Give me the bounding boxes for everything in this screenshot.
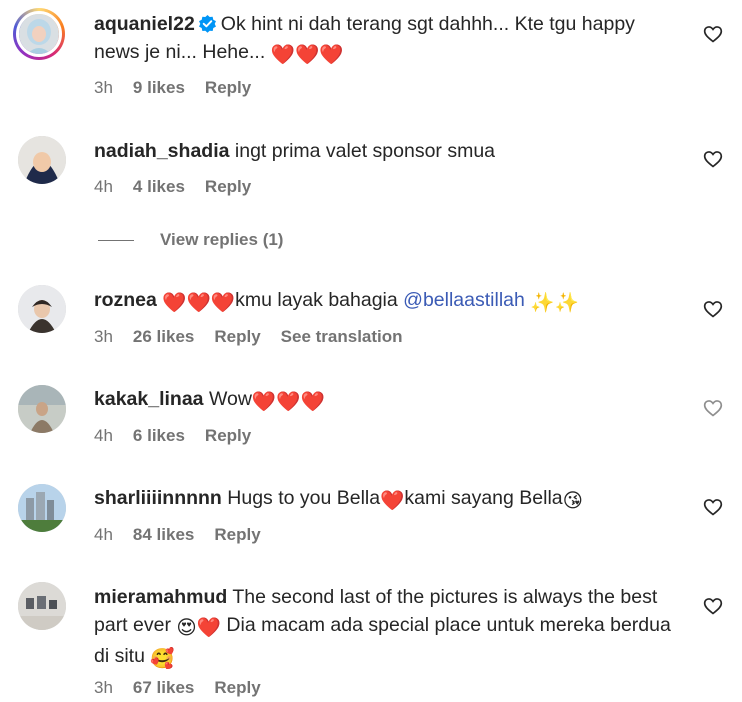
reply-button[interactable]: Reply bbox=[205, 78, 251, 98]
comment-meta: 3h 67 likes Reply bbox=[94, 678, 261, 698]
view-replies-label: View replies (1) bbox=[160, 230, 284, 249]
comment-meta: 3h 26 likes Reply See translation bbox=[94, 327, 403, 347]
comment-body: kmu layak bahagia bbox=[235, 289, 398, 311]
reply-button[interactable]: Reply bbox=[205, 426, 251, 446]
comment-likes[interactable]: 9 likes bbox=[133, 78, 185, 98]
comment-body: Wow bbox=[208, 388, 252, 410]
comment-username[interactable]: nadiah_shadia bbox=[94, 140, 229, 162]
comment-meta: 4h 4 likes Reply bbox=[94, 177, 251, 197]
comment-text: nadiah_shadia ingt prima valet sponsor s… bbox=[94, 137, 679, 165]
avatar-image bbox=[18, 285, 66, 333]
comment-username[interactable]: roznea bbox=[94, 289, 157, 311]
comment-username[interactable]: aquaniel22 bbox=[94, 13, 195, 35]
comment-likes[interactable]: 67 likes bbox=[133, 678, 194, 698]
smiling-hearts-emoji: 🥰 bbox=[150, 648, 175, 670]
comment-username[interactable]: mieramahmud bbox=[94, 586, 227, 608]
comment-likes[interactable]: 84 likes bbox=[133, 525, 194, 545]
avatar[interactable] bbox=[18, 484, 66, 532]
comment-likes[interactable]: 6 likes bbox=[133, 426, 185, 446]
avatar-image bbox=[19, 14, 59, 54]
comment-body-cont: kami sayang Bella bbox=[404, 487, 563, 509]
comment-time[interactable]: 4h bbox=[94, 525, 113, 545]
comment-likes[interactable]: 26 likes bbox=[133, 327, 194, 347]
view-replies-button[interactable]: View replies (1) bbox=[98, 230, 283, 250]
comment-text: aquaniel22 Ok hint ni dah terang sgt dahh… bbox=[94, 10, 679, 69]
reply-button[interactable]: Reply bbox=[205, 177, 251, 197]
reply-button[interactable]: Reply bbox=[214, 525, 260, 545]
comment-meta: 4h 84 likes Reply bbox=[94, 525, 261, 545]
comment-time[interactable]: 3h bbox=[94, 678, 113, 698]
like-heart-icon[interactable] bbox=[703, 398, 723, 418]
comment-time[interactable]: 3h bbox=[94, 78, 113, 98]
avatar[interactable] bbox=[18, 582, 66, 630]
heart-emoji: ❤️ bbox=[380, 490, 405, 512]
heart-eyes-emoji: 😍❤️ bbox=[176, 617, 221, 639]
avatar[interactable] bbox=[13, 8, 65, 60]
avatar-image bbox=[18, 385, 66, 433]
comment-time[interactable]: 3h bbox=[94, 327, 113, 347]
comment-time[interactable]: 4h bbox=[94, 177, 113, 197]
see-translation-button[interactable]: See translation bbox=[281, 327, 403, 347]
avatar[interactable] bbox=[18, 285, 66, 333]
comment-username[interactable]: kakak_linaa bbox=[94, 388, 204, 410]
avatar-image bbox=[18, 582, 66, 630]
like-heart-icon[interactable] bbox=[703, 24, 723, 44]
hearts-emoji: ❤️❤️❤️ bbox=[162, 292, 236, 314]
replies-divider bbox=[98, 239, 134, 241]
like-heart-icon[interactable] bbox=[703, 497, 723, 517]
comment-text: sharliiiinnnnn Hugs to you Bella❤️kami s… bbox=[94, 484, 679, 515]
hearts-emoji: ❤️❤️❤️ bbox=[270, 44, 344, 66]
comment-meta: 4h 6 likes Reply bbox=[94, 426, 251, 446]
avatar-image bbox=[18, 484, 66, 532]
avatar[interactable] bbox=[18, 136, 66, 184]
comment-time[interactable]: 4h bbox=[94, 426, 113, 446]
avatar-image bbox=[18, 136, 66, 184]
comment-meta: 3h 9 likes Reply bbox=[94, 78, 251, 98]
kiss-emoji: 😘 bbox=[562, 490, 583, 512]
like-heart-icon[interactable] bbox=[703, 149, 723, 169]
comment-text: kakak_linaa Wow❤️❤️❤️ bbox=[94, 385, 679, 416]
like-heart-icon[interactable] bbox=[703, 596, 723, 616]
comment-likes[interactable]: 4 likes bbox=[133, 177, 185, 197]
comment-text: roznea ❤️❤️❤️kmu layak bahagia @bellaast… bbox=[94, 286, 679, 317]
reply-button[interactable]: Reply bbox=[214, 678, 260, 698]
avatar[interactable] bbox=[18, 385, 66, 433]
comment-body: ingt prima valet sponsor smua bbox=[234, 140, 496, 162]
verified-badge-icon bbox=[198, 14, 216, 33]
reply-button[interactable]: Reply bbox=[214, 327, 260, 347]
mention-link[interactable]: @bellaastillah bbox=[403, 289, 525, 311]
comment-body: Hugs to you Bella bbox=[227, 487, 381, 509]
comment-username[interactable]: sharliiiinnnnn bbox=[94, 487, 222, 509]
hearts-emoji: ❤️❤️❤️ bbox=[251, 391, 325, 413]
like-heart-icon[interactable] bbox=[703, 299, 723, 319]
comment-text: mieramahmud The second last of the pictu… bbox=[94, 583, 679, 673]
sparkles-emoji: ✨✨ bbox=[530, 292, 579, 314]
